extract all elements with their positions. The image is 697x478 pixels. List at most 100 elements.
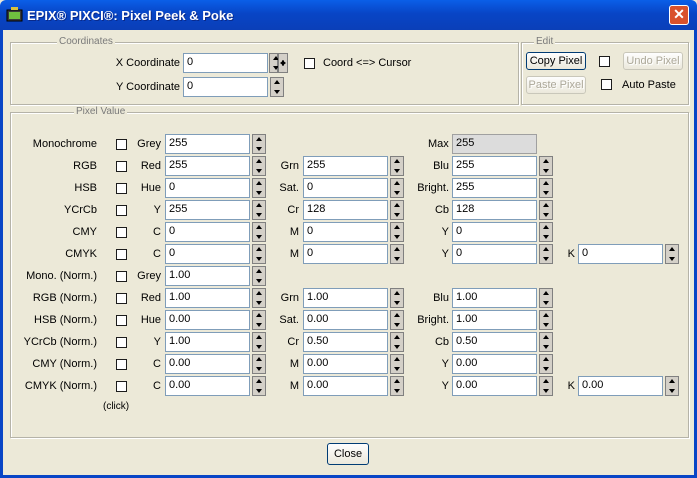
channel-value-input[interactable]: 0 [303,222,388,242]
channel-spinner[interactable] [252,134,266,154]
channel-value-input[interactable]: 255 [452,156,537,176]
channel-value-input[interactable]: 0.00 [165,354,250,374]
channel-label: Cr [287,336,299,348]
channel-value-input[interactable]: 1.00 [452,310,537,330]
channel-value-input[interactable]: 255 [452,178,537,198]
channel-value-input[interactable]: 128 [452,200,537,220]
x-coordinate-spinner-right[interactable] [278,53,288,73]
click-hint: (click) [103,401,130,412]
title-bar[interactable]: EPIX® PIXCI®: Pixel Peek & Poke ✕ [0,0,697,30]
channel-label: K [567,248,575,260]
row-label: YCrCb (Norm.) [23,336,97,348]
channel-spinner[interactable] [665,244,679,264]
window-title: EPIX® PIXCI®: Pixel Peek & Poke [27,8,234,23]
channel-value-input[interactable]: 255 [165,134,250,154]
channel-value-input[interactable]: 255 [303,156,388,176]
channel-value-input[interactable]: 0.00 [303,354,388,374]
channel-value-input[interactable]: 0.00 [165,376,250,396]
channel-value-input[interactable]: 0 [165,244,250,264]
channel-value-input[interactable]: 1.00 [165,332,250,352]
channel-label: Grn [280,292,299,304]
row-label: CMYK (Norm.) [24,380,97,392]
paste-pixel-button[interactable]: Paste Pixel [526,76,586,94]
coord-cursor-checkbox[interactable] [304,58,315,69]
channel-spinner[interactable] [539,222,553,242]
channel-value-input[interactable]: 0 [303,244,388,264]
row-label: YCrCb [63,204,97,216]
channel-label: M [289,380,299,392]
channel-label: Hue [140,182,161,194]
channel-label: Y [153,336,161,348]
row-label: RGB [73,160,97,172]
channel-label: C [153,358,161,370]
channel-spinner[interactable] [539,288,553,308]
channel-value-input[interactable]: 0.00 [578,376,663,396]
channel-label: Grey [137,138,161,150]
channel-label: C [153,380,161,392]
channel-label: Red [140,292,161,304]
x-coordinate-input[interactable]: 0 [183,53,268,73]
channel-value-input[interactable]: 0 [165,222,250,242]
channel-label: Cb [434,336,449,348]
channel-value-input[interactable]: 128 [303,200,388,220]
channel-label: Red [140,160,161,172]
channel-label: K [567,380,575,392]
channel-label: Cb [434,204,449,216]
channel-label: C [153,226,161,238]
channel-value-input[interactable]: 0.00 [303,310,388,330]
copy-pixel-button[interactable]: Copy Pixel [526,52,586,70]
channel-spinner[interactable] [252,266,266,286]
max-label: Max [428,138,449,150]
row-label: Mono. (Norm.) [26,270,97,282]
x-coordinate-spinner-left[interactable] [269,53,279,73]
channel-label: Y [153,204,161,216]
pixel-value-legend: Pixel Value [74,106,128,117]
auto-paste-checkbox[interactable] [601,79,612,90]
channel-label: Grn [280,160,299,172]
channel-spinner[interactable] [665,376,679,396]
coordinates-legend: Coordinates [57,36,115,47]
channel-spinner[interactable] [539,200,553,220]
row-label: HSB (Norm.) [34,314,97,326]
row-label: Monochrome [32,138,97,150]
channel-label: Hue [140,314,161,326]
channel-value-input[interactable]: 1.00 [165,266,250,286]
channel-value-input[interactable]: 0 [578,244,663,264]
channel-value-input[interactable]: 1.00 [165,288,250,308]
channel-label: Cr [287,204,299,216]
y-coordinate-input[interactable]: 0 [183,77,268,97]
channel-label: Blu [433,160,449,172]
channel-spinner[interactable] [539,156,553,176]
channel-value-input[interactable]: 0.00 [165,310,250,330]
channel-label: Sat. [279,314,299,326]
channel-value-input[interactable]: 0 [303,178,388,198]
copy-pixel-indicator[interactable] [599,56,610,67]
close-button[interactable]: Close [327,443,369,465]
channel-label: M [289,358,299,370]
channel-spinner[interactable] [539,354,553,374]
y-coordinate-label: Y Coordinate [115,81,180,93]
channel-value-input[interactable]: 0 [165,178,250,198]
undo-pixel-button[interactable]: Undo Pixel [623,52,683,70]
channel-spinner[interactable] [539,332,553,352]
channel-value-input[interactable]: 1.00 [303,288,388,308]
channel-value-input[interactable]: 0.50 [452,332,537,352]
y-coordinate-spinner[interactable] [270,77,284,97]
channel-value-input[interactable]: 255 [165,200,250,220]
channel-spinner[interactable] [539,178,553,198]
channel-value-input[interactable]: 0.50 [303,332,388,352]
channel-label: M [289,226,299,238]
row-label: CMYK [65,248,97,260]
row-label: CMY (Norm.) [32,358,97,370]
channel-value-input[interactable]: 255 [165,156,250,176]
close-icon[interactable]: ✕ [669,5,689,25]
channel-label: Y [441,358,449,370]
edit-legend: Edit [534,36,556,47]
channel-value-input[interactable]: 0.00 [452,354,537,374]
channel-value-input[interactable]: 0 [452,222,537,242]
channel-spinner[interactable] [539,310,553,330]
row-label: RGB (Norm.) [32,292,97,304]
channel-value-input[interactable]: 0.00 [303,376,388,396]
row-label: CMY [72,226,97,238]
channel-value-input[interactable]: 1.00 [452,288,537,308]
